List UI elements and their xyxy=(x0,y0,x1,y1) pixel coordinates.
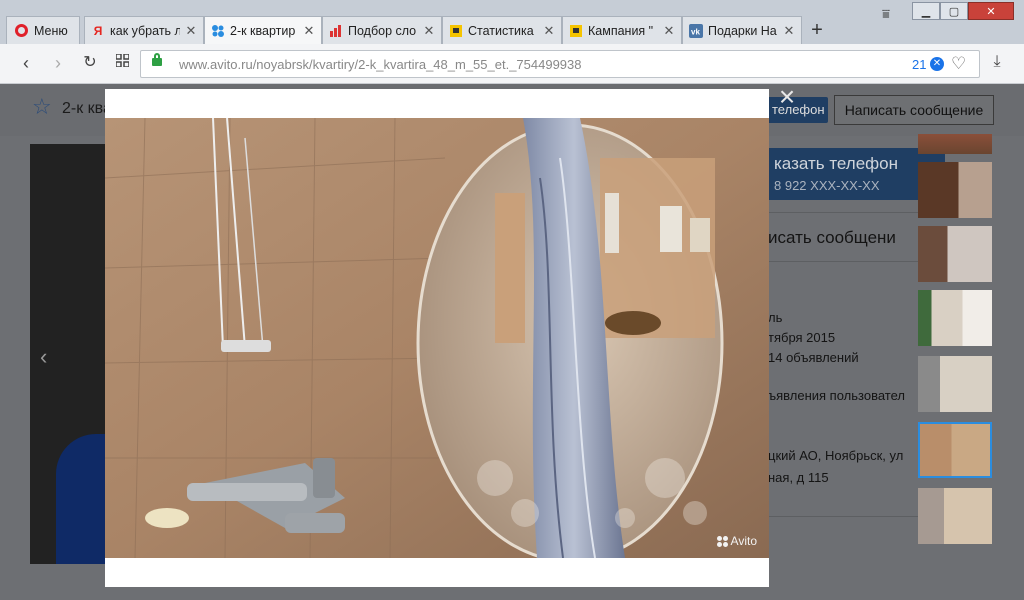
favorite-star-icon[interactable]: ☆ xyxy=(32,94,52,120)
seller-since: тября 2015 xyxy=(768,330,836,345)
phone-button-title: казать телефон xyxy=(774,154,899,173)
tab-label: как убрать л xyxy=(110,23,180,38)
vk-icon: vk xyxy=(689,23,703,38)
tab-label: Кампания " xyxy=(588,23,654,38)
new-tab-button[interactable]: + xyxy=(806,20,828,42)
tab-vk[interactable]: vk Подарки На ✕ xyxy=(682,16,802,44)
photo-viewer-modal: Avito xyxy=(105,89,769,587)
avito-watermark: Avito xyxy=(716,534,757,548)
menu-label: Меню xyxy=(34,23,68,38)
forward-icon[interactable]: › xyxy=(48,53,68,73)
tab-label: Подарки На xyxy=(708,23,777,38)
yandex-icon: Я xyxy=(93,23,103,38)
phone-number: 8 922 XXX-XX-XX xyxy=(774,178,880,193)
bathroom-photo xyxy=(105,118,769,558)
seller-ads-count: 14 объявлений xyxy=(768,350,859,365)
avito-logo-icon xyxy=(716,535,728,547)
seller-ads-link[interactable]: ъявления пользовател xyxy=(768,388,905,403)
yandex-direct-icon xyxy=(449,24,463,38)
speed-dial-icon[interactable] xyxy=(112,53,132,73)
svg-text:vk: vk xyxy=(691,27,700,36)
thumbnail[interactable] xyxy=(918,226,992,282)
close-window-icon[interactable]: ✕ xyxy=(968,2,1014,20)
gallery-prev-icon[interactable]: ‹ xyxy=(40,344,47,370)
thumbnail[interactable] xyxy=(918,162,992,218)
tab-bar: ⩸ ▁ ▢ ✕ Меню Я как убрать л ✕ 2-к кварти… xyxy=(0,0,1024,44)
bar-chart-icon xyxy=(329,24,343,38)
tab-close-icon[interactable]: ✕ xyxy=(663,23,675,39)
url-text[interactable]: www.avito.ru/noyabrsk/kvartiry/2-k_kvart… xyxy=(179,57,582,72)
divider xyxy=(768,212,918,213)
seller-type: ль xyxy=(768,310,783,325)
address-toolbar: ‹ › ↻ www.avito.ru/noyabrsk/kvartiry/2-k… xyxy=(0,44,1024,84)
tab-label: 2-к квартир xyxy=(230,23,296,38)
avito-icon xyxy=(211,24,225,38)
tab-yandex[interactable]: Я как убрать л ✕ xyxy=(84,16,204,44)
divider xyxy=(768,516,918,517)
address-bar[interactable]: www.avito.ru/noyabrsk/kvartiry/2-k_kvart… xyxy=(140,50,980,78)
thumbnail[interactable] xyxy=(918,290,992,346)
thumbnail[interactable] xyxy=(918,488,992,544)
window-controls: ▁ ▢ ✕ xyxy=(912,2,1014,20)
tab-campaign[interactable]: Кампания " ✕ xyxy=(562,16,682,44)
adblock-icon[interactable]: ✕ xyxy=(930,57,944,71)
tab-statistics[interactable]: Статистика ✕ xyxy=(442,16,562,44)
tab-wordstat[interactable]: Подбор сло ✕ xyxy=(322,16,442,44)
download-icon[interactable]: ⤓ xyxy=(986,53,1008,75)
tab-close-icon[interactable]: ✕ xyxy=(303,23,315,39)
tab-label: Подбор сло xyxy=(348,23,417,38)
tab-avito-active[interactable]: 2-к квартир ✕ xyxy=(204,16,322,44)
write-message-link[interactable]: исать сообщени xyxy=(768,228,896,248)
bookmark-heart-icon[interactable]: ♡ xyxy=(951,54,966,74)
divider xyxy=(768,261,918,262)
thumbnail[interactable] xyxy=(918,356,992,412)
thumbnail[interactable] xyxy=(918,134,992,154)
maximize-icon[interactable]: ▢ xyxy=(940,2,968,20)
tab-close-icon[interactable]: ✕ xyxy=(783,23,795,39)
tab-menu-icon[interactable]: ⩸ xyxy=(882,6,902,21)
tab-close-icon[interactable]: ✕ xyxy=(185,23,197,39)
tab-label: Статистика xyxy=(468,23,534,38)
tab-close-icon[interactable]: ✕ xyxy=(543,23,555,39)
thumbnail-selected[interactable] xyxy=(918,422,992,478)
close-modal-icon[interactable]: × xyxy=(776,83,798,111)
yandex-direct-icon xyxy=(569,24,583,38)
opera-logo-icon xyxy=(15,24,28,37)
watermark-text: Avito xyxy=(730,534,757,548)
back-icon[interactable]: ‹ xyxy=(16,53,36,73)
gallery-photo[interactable]: Avito xyxy=(105,118,769,558)
lock-icon xyxy=(152,53,162,66)
opera-menu-button[interactable]: Меню xyxy=(6,16,80,44)
tab-close-icon[interactable]: ✕ xyxy=(423,23,435,39)
adblock-count: 21 xyxy=(912,57,927,72)
minimize-icon[interactable]: ▁ xyxy=(912,2,940,20)
address-line-1: цкий АО, Ноябрьск, ул xyxy=(768,448,904,463)
write-message-button[interactable]: Написать сообщение xyxy=(834,95,994,125)
address-line-2: ная, д 115 xyxy=(768,470,829,485)
seller-panel: казать телефон 8 922 XXX-XX-XX исать соо… xyxy=(768,144,945,584)
reload-icon[interactable]: ↻ xyxy=(80,53,100,73)
